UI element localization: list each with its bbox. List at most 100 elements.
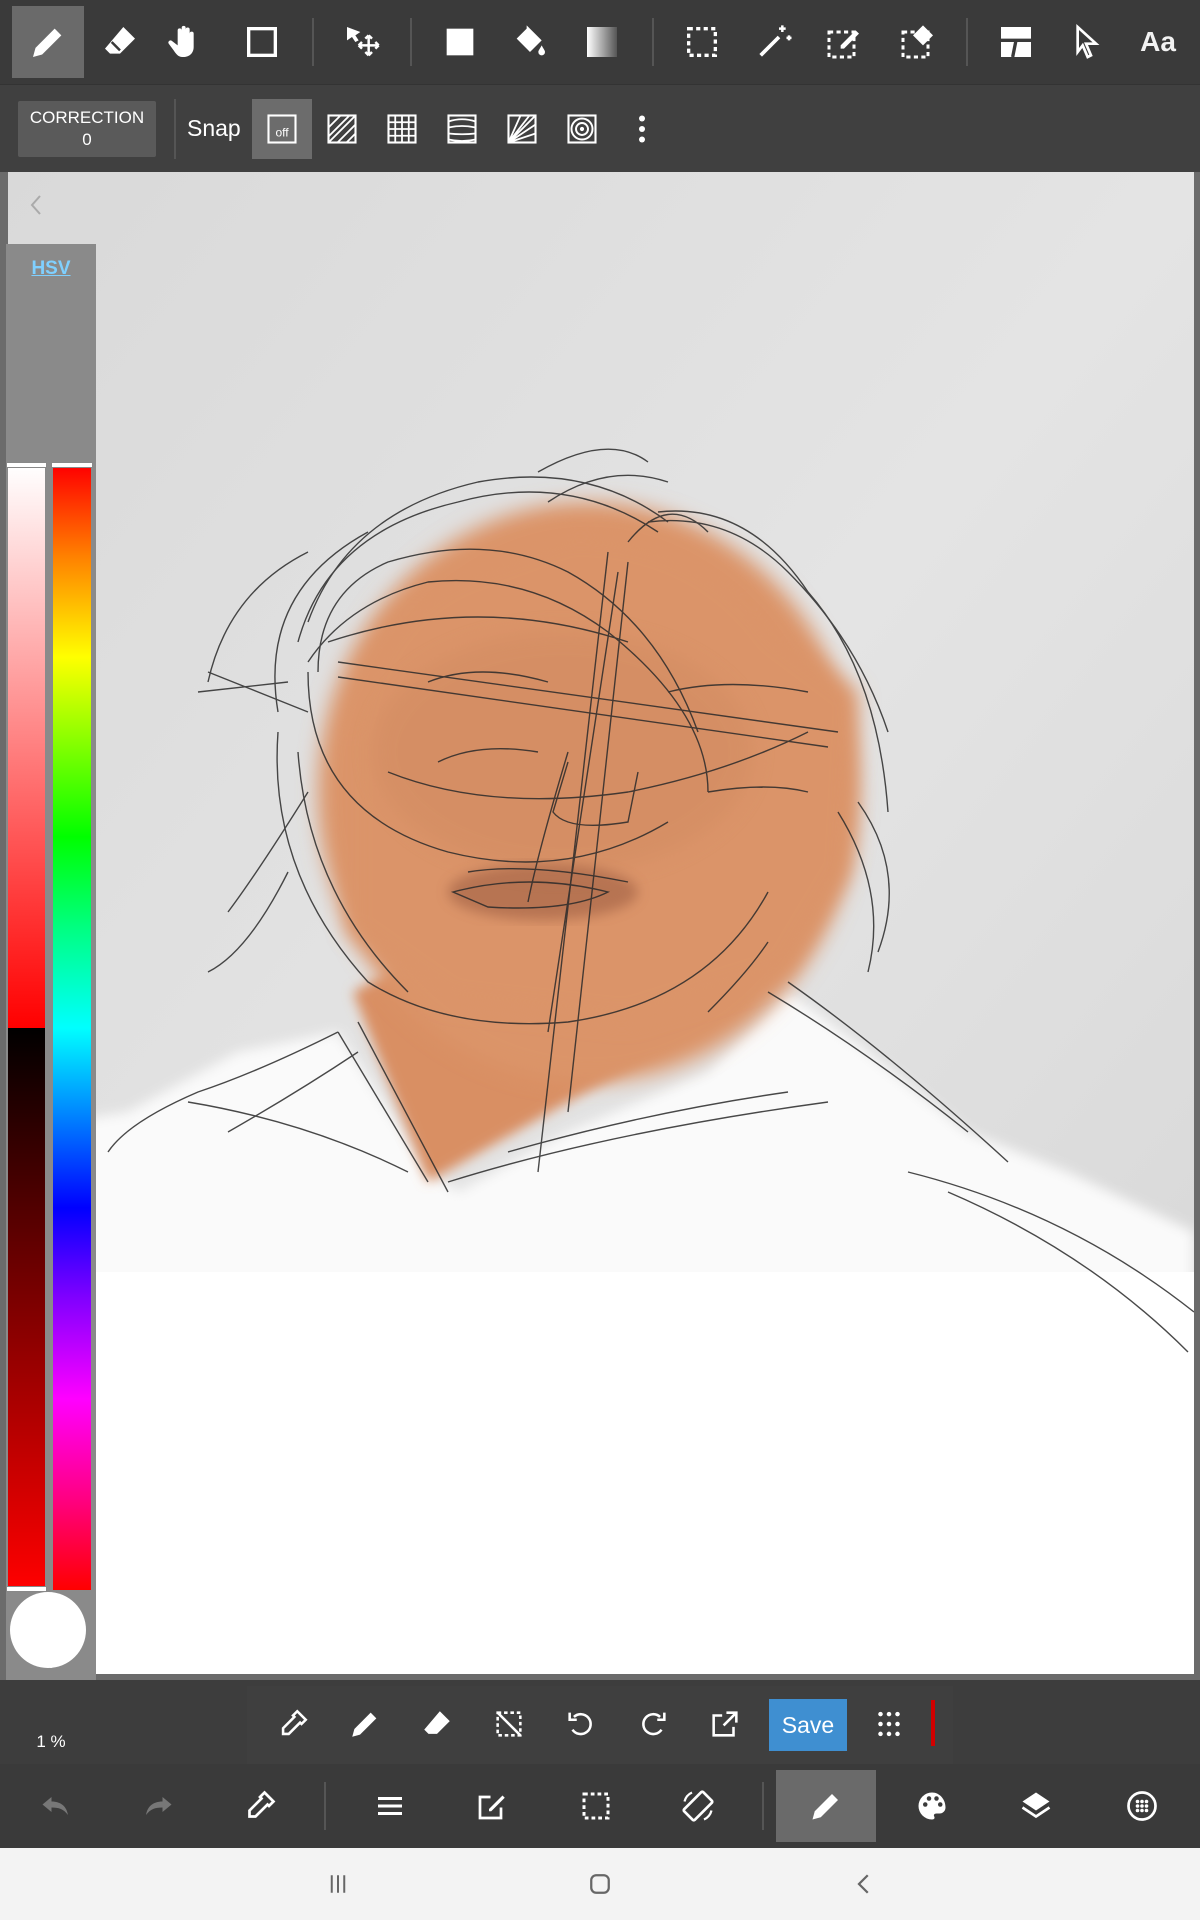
more-circle-icon [1127,1791,1157,1821]
fill-rect-tool-button[interactable] [424,6,496,78]
selection-eraser-icon [901,25,933,59]
hamburger-menu-icon [378,1797,402,1815]
pencil-icon [812,1794,838,1820]
collapse-panel-chevron-icon[interactable] [26,190,46,220]
undo-rotate-button[interactable] [551,1694,611,1754]
gradient-tool-button[interactable] [566,6,638,78]
more-options-button[interactable] [612,99,672,159]
redo-icon [146,1797,172,1815]
top-toolbar: Aa [0,0,1200,84]
rotate-right-icon [642,1712,666,1736]
bucket-tool-button[interactable] [494,6,566,78]
color-picker-button[interactable] [210,1770,310,1842]
magic-wand-icon [759,25,792,57]
pencil-tool-button[interactable] [12,6,84,78]
correction-button[interactable]: CORRECTION 0 [18,101,156,157]
frame-divider-icon [1001,27,1031,58]
snap-circle-icon [567,114,597,144]
pointer-tool-button[interactable] [1050,6,1122,78]
rectangle-tool-button[interactable] [226,6,298,78]
rotate-left-icon [568,1712,592,1736]
menu-button[interactable] [340,1770,440,1842]
snap-grid-button[interactable] [372,99,432,159]
select-pen-tool-button[interactable] [808,6,880,78]
eraser-tool-button[interactable] [84,6,156,78]
correction-label: CORRECTION [29,108,145,127]
toolbar-separator [324,1782,326,1830]
drawing-canvas[interactable] [8,172,1194,1674]
selection-button[interactable] [546,1770,646,1842]
magic-wand-tool-button[interactable] [738,6,810,78]
hue-handle[interactable] [51,462,93,468]
current-color-swatch[interactable] [10,1592,86,1668]
export-button[interactable] [695,1694,755,1754]
deselect-button[interactable] [479,1694,539,1754]
save-button[interactable]: Save [769,1699,847,1751]
more-button[interactable] [1092,1770,1192,1842]
snap-off-label: off [275,126,289,140]
layers-icon [1021,1792,1051,1819]
back-button[interactable] [824,1860,904,1908]
palette-icon [918,1792,946,1820]
saturation-value-handle[interactable] [6,462,47,468]
color-panel: HSV 27 px 1 % [6,244,96,1751]
hand-tool-button[interactable] [150,6,222,78]
value-bottom-handle[interactable] [6,1586,47,1592]
text-tool-button[interactable]: Aa [1122,6,1194,78]
more-vertical-icon [639,115,645,143]
redo-button[interactable] [108,1770,208,1842]
snap-parallel-button[interactable] [312,99,372,159]
color-mode-toggle[interactable]: HSV [6,258,96,280]
dashed-selection-icon [687,27,717,57]
edit-button[interactable] [442,1770,542,1842]
select-rect-tool-button[interactable] [666,6,738,78]
system-nav-bar [0,1848,1200,1920]
hand-icon [168,25,194,57]
snap-circle-button[interactable] [552,99,612,159]
palette-button[interactable] [882,1770,982,1842]
hue-bar[interactable] [51,462,93,1590]
toolbar-separator [652,18,654,66]
current-color-indicator [931,1700,935,1746]
snap-parallel-icon [327,114,357,144]
back-chevron-icon [857,1874,869,1894]
paint-bucket-icon [516,25,545,56]
rectangle-outline-icon [247,27,277,57]
snap-radial-button[interactable] [492,99,552,159]
brush-button[interactable] [776,1770,876,1842]
eyedropper-button[interactable] [263,1694,323,1754]
grid-menu-button[interactable] [859,1694,919,1754]
eyedropper-icon [248,1790,276,1818]
snap-radial-icon [507,114,537,144]
correction-value: 0 [82,130,92,149]
recent-apps-button[interactable] [298,1860,378,1908]
eraser-icon [105,27,135,54]
filled-square-icon [446,28,474,56]
transform-button[interactable] [648,1770,748,1842]
toolbar-separator [410,18,412,66]
select-eraser-tool-button[interactable] [882,6,954,78]
redo-rotate-button[interactable] [623,1694,683,1754]
layout-tool-button[interactable] [980,6,1052,78]
home-icon [590,1874,610,1894]
artwork [8,172,1194,1674]
eraser-button[interactable] [407,1694,467,1754]
external-link-icon [712,1711,738,1737]
dashed-selection-icon [582,1792,610,1820]
pencil-icon [33,28,62,57]
quick-toolbar: Save [247,1686,953,1764]
move-tool-button[interactable] [326,6,398,78]
toolbar-separator [174,99,176,159]
saturation-value-bar[interactable] [6,462,47,1592]
undo-button[interactable] [6,1770,106,1842]
bottom-toolbar [0,1764,1200,1848]
snap-perspective-button[interactable] [432,99,492,159]
pen-button[interactable] [335,1694,395,1754]
home-button[interactable] [560,1860,640,1908]
layers-button[interactable] [986,1770,1086,1842]
value-gradient [8,1028,45,1590]
rotate-screen-icon [682,1790,714,1822]
workspace: HSV 27 px 1 % [0,172,1200,1751]
opacity-readout: 1 % [36,1732,66,1751]
snap-off-button[interactable]: off [252,99,312,159]
